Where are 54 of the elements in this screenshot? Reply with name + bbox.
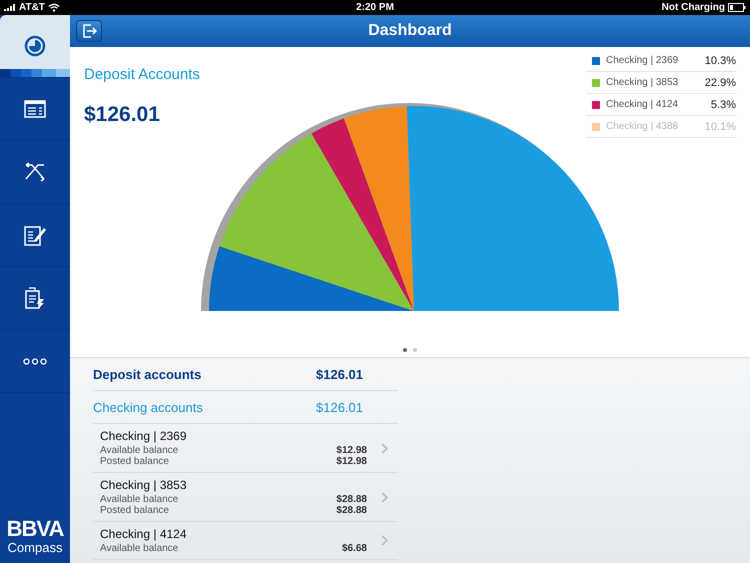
chevron-icon (381, 442, 388, 454)
legend-percent: 10.3% (704, 54, 736, 66)
balance-value: $12.98 (336, 445, 367, 456)
status-time: 2:20 PM (356, 2, 394, 13)
group-amount: $126.01 (316, 400, 363, 414)
account-name: Checking | 3853 (100, 478, 188, 492)
chevron-icon (381, 492, 388, 502)
chart-title: Deposit Accounts (84, 66, 200, 83)
legend-percent: 22.9% (704, 76, 736, 88)
document-icon (24, 100, 46, 118)
more-icon (23, 358, 47, 364)
logo-brand: BBVA (6, 518, 64, 540)
account-row[interactable]: Checking | 4124 Available balance $6.68 (93, 522, 398, 560)
total-amount: $126.01 (84, 103, 160, 127)
wifi-icon (48, 3, 60, 12)
check-deposit-icon (25, 287, 45, 309)
legend-label: Checking | 4388 (606, 121, 680, 132)
legend-label: Checking | 2369 (606, 55, 680, 66)
logout-button[interactable] (76, 20, 102, 42)
balance-value: $28.88 (336, 505, 367, 516)
balance-label: Available balance (100, 445, 178, 456)
sidebar-item[interactable] (0, 15, 70, 78)
summary-label: Deposit accounts (93, 366, 202, 382)
mosaic-strip (0, 69, 70, 77)
signal-icon (4, 4, 16, 11)
account-name: Checking | 2369 (100, 429, 188, 443)
account-row[interactable]: Checking | 2369 Available balance $12.98 Posted balance $12.98 (93, 424, 398, 473)
account-row[interactable]: Checking | 3853 Available balance $28.88 Posted balance $28.88 (93, 473, 398, 522)
balance-label: Posted balance (100, 505, 169, 516)
battery-icon (728, 3, 746, 12)
chevron-icon (381, 535, 388, 546)
logo-subtitle: Compass (8, 540, 62, 555)
balance-value: $6.68 (342, 543, 367, 554)
account-name: Checking | 4124 (100, 527, 188, 541)
balance-value: $28.88 (336, 494, 367, 505)
legend-label: Checking | 3853 (606, 77, 680, 88)
transfer-arrows-icon (24, 162, 46, 182)
charging-status: Not Charging (662, 2, 725, 13)
balance-label: Available balance (100, 494, 178, 505)
exit-door-icon (81, 23, 97, 39)
balance-label: Posted balance (100, 456, 169, 467)
pie-chart-icon (24, 35, 46, 57)
page-dot[interactable] (413, 348, 417, 352)
balance-label: Available balance (100, 543, 178, 554)
legend-label: Checking | 4124 (606, 99, 680, 110)
summary-amount: $126.01 (316, 366, 363, 382)
legend-percent: 5.3% (710, 98, 736, 110)
balance-value: $12.98 (336, 456, 367, 467)
legend-percent: 10.1% (704, 120, 736, 132)
edit-document-icon (24, 224, 46, 246)
carrier-name: AT&T (19, 2, 45, 13)
group-label: Checking accounts (93, 400, 203, 414)
page-dot[interactable] (403, 348, 407, 352)
header-title: Dashboard (368, 22, 452, 40)
